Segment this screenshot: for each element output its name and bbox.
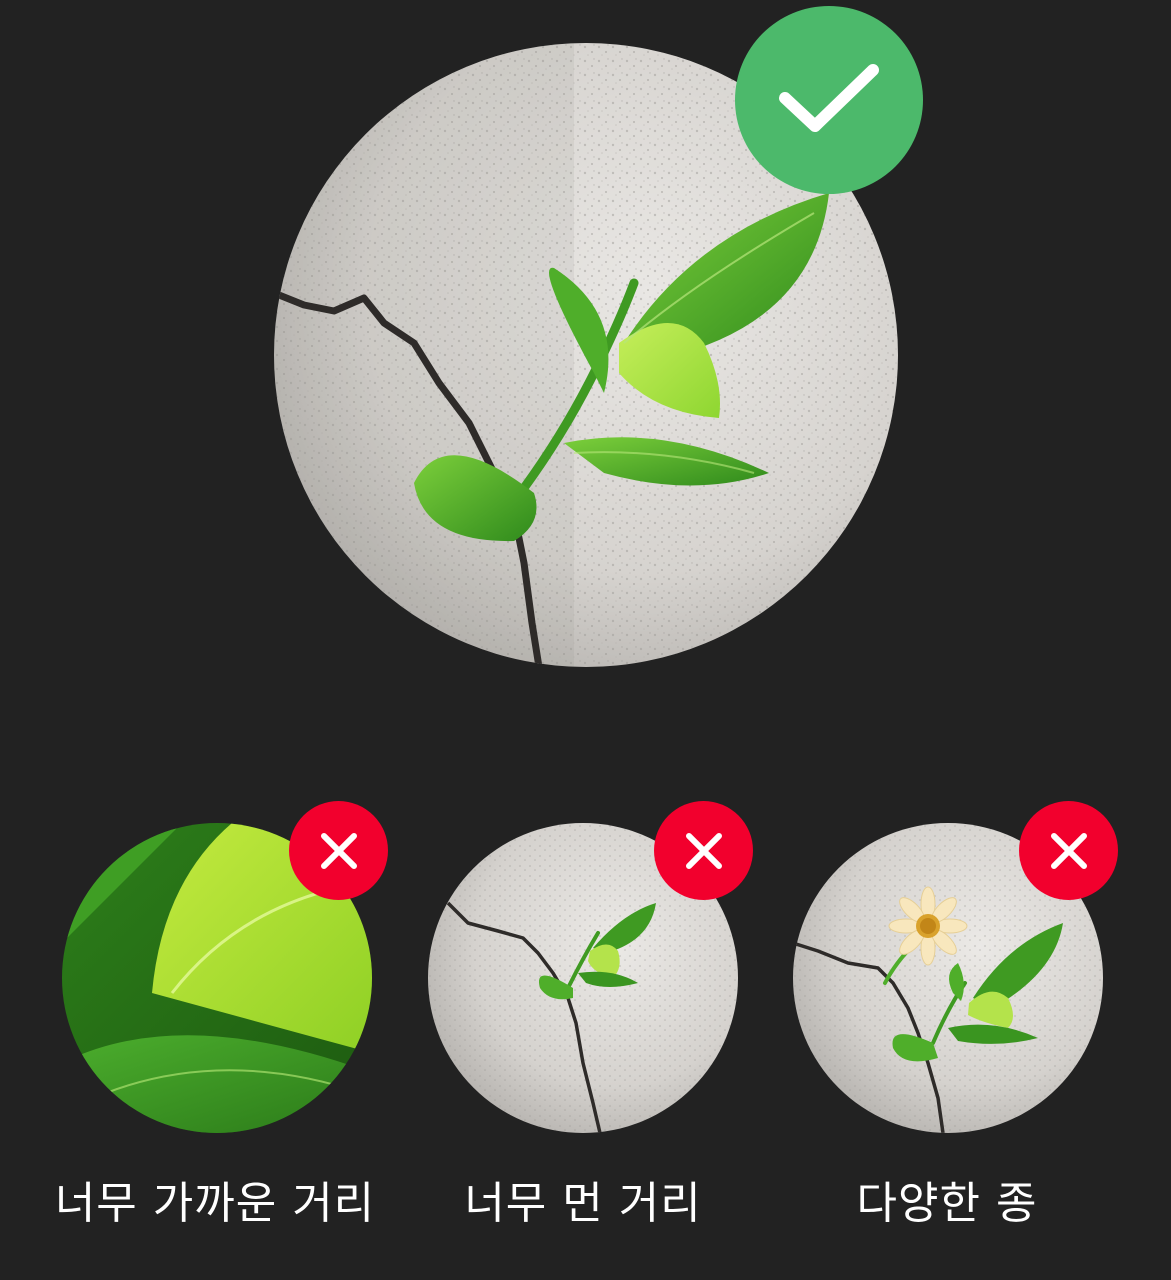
caption-various-species: 다양한 종 — [856, 1178, 1038, 1229]
incorrect-badge-too-far — [654, 801, 753, 900]
close-icon — [1050, 832, 1087, 869]
incorrect-badge-too-close — [289, 801, 388, 900]
correct-badge — [735, 6, 923, 194]
incorrect-badge-various-species — [1019, 801, 1118, 900]
caption-too-far: 너무 먼 거리 — [464, 1178, 702, 1229]
close-icon — [685, 832, 722, 869]
close-icon — [320, 832, 357, 869]
check-icon — [779, 64, 879, 132]
caption-too-close: 너무 가까운 거리 — [54, 1178, 376, 1229]
